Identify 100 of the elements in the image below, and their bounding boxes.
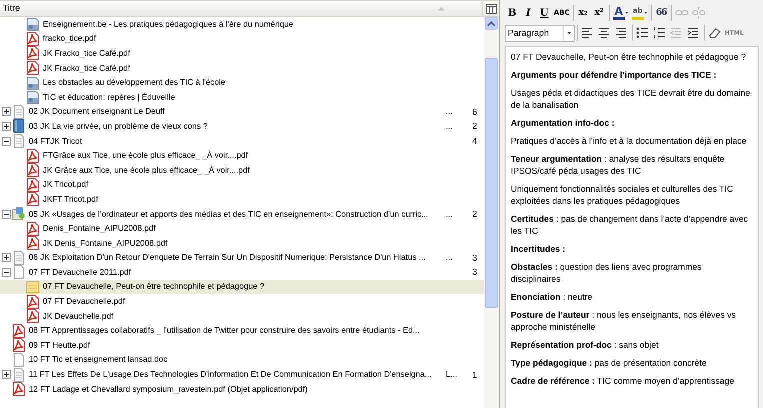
- pdf-file-icon: [26, 294, 40, 309]
- scrollbar-thumb[interactable]: [485, 58, 498, 308]
- superscript-button[interactable]: x²: [592, 4, 607, 22]
- expand-icon[interactable]: [2, 253, 10, 262]
- note-paragraph: Incertitudes :: [511, 243, 567, 255]
- child-count: 2: [472, 209, 478, 220]
- pdf-file-icon: [26, 148, 40, 163]
- expand-icon[interactable]: [2, 107, 10, 116]
- italic-button[interactable]: I: [521, 4, 536, 22]
- text-color-button[interactable]: A: [612, 4, 630, 22]
- column-value: ...: [446, 122, 454, 131]
- item-title: 06 JK Exploitation D'un Retour D'enquete De Terrain Sur Un Dispositif Numerique: Persistance D'un Hiatus ...: [29, 253, 427, 262]
- align-left-icon[interactable]: [581, 26, 595, 40]
- tree-row[interactable]: 12 FT Ladage et Chevallard symposium_ravestein.pdf (Objet application/pdf): [0, 382, 484, 396]
- item-title: Les obstacles au développement des TIC à l'école: [43, 78, 227, 88]
- tree-row[interactable]: 07 FT Devauchelle, Peut-on être technophile et pédagogue ?: [0, 280, 484, 294]
- tree-row[interactable]: 10 FT Tic et enseignement lansad.doc: [0, 352, 484, 368]
- item-title: 03 JK La vie privée, un problème de vieux cons ?: [29, 122, 209, 131]
- tree-row[interactable]: JK Fracko_tice Café.pdf: [0, 46, 484, 61]
- scrollbar[interactable]: [484, 17, 499, 408]
- align-right-icon[interactable]: [615, 26, 629, 40]
- expand-icon[interactable]: [2, 370, 10, 380]
- underline-button[interactable]: U: [537, 4, 552, 22]
- tree-row[interactable]: Les obstacles au développement des TIC à l'école: [0, 75, 484, 90]
- item-title: JK Devauchelle.pdf: [43, 312, 115, 321]
- collapse-icon[interactable]: [2, 136, 10, 146]
- numbered-list-icon[interactable]: [653, 26, 667, 40]
- document-icon: [12, 104, 26, 119]
- tree-row[interactable]: fracko_tice.pdf: [0, 32, 484, 46]
- tree-row[interactable]: Denis_Fontaine_AIPU2008.pdf: [0, 221, 484, 236]
- column-value: L...: [446, 370, 458, 380]
- tree-row[interactable]: FTGrâce aux Tice, une école plus efficace_ _À voir....pdf: [0, 148, 484, 163]
- tree-row[interactable]: 08 FT Apprentissages collaboratifs _ l'utilisation de Twitter pour construire des savoirs entre étudiants - Ed...: [0, 323, 484, 338]
- tree-row[interactable]: 06 JK Exploitation D'un Retour D'enquete De Terrain Sur Un Dispositif Numerique: Persistance D'un Hiatus ... ... 3: [0, 250, 484, 266]
- tree-row[interactable]: Enseignement.be - Les pratiques pédagogiques à l'ère du numérique: [0, 17, 484, 32]
- tree-row[interactable]: JK Fracko_tice Café.pdf: [0, 60, 484, 76]
- dropdown-caret-icon[interactable]: [644, 11, 648, 15]
- expand-icon[interactable]: [2, 122, 10, 131]
- indent-icon[interactable]: [687, 26, 701, 40]
- item-title: 10 FT Tic et enseignement lansad.doc: [29, 355, 169, 364]
- item-title: 08 FT Apprentissages collaboratifs _ l'utilisation de Twitter pour construire des savoirs entre étudiants - Ed...: [29, 326, 421, 336]
- tree-row[interactable]: TIC et éducation: repères | Éduveille: [0, 90, 484, 105]
- note-paragraph: Teneur argumentation : analyse des résultats enquête IPSOS/café péda usages des TIC: [511, 153, 726, 177]
- pdf-file-icon: [12, 324, 26, 338]
- item-title: JK Grâce aux Tice, une école plus efficace_ _À voir....pdf: [43, 166, 251, 175]
- book-icon: [12, 119, 26, 134]
- tree-row[interactable]: 03 JK La vie privée, un problème de vieux cons ? ... 2: [0, 119, 484, 134]
- tree-row[interactable]: 07 FT Devauchelle.pdf: [0, 294, 484, 309]
- child-count: 3: [472, 267, 478, 278]
- align-center-icon[interactable]: [598, 26, 612, 40]
- blockquote-button[interactable]: 66: [654, 4, 669, 22]
- note-paragraph: Enonciation : neutre: [511, 291, 594, 303]
- pdf-file-icon: [26, 309, 40, 324]
- note-paragraph: Posture de l’auteur : nous les enseignants, nos élèves vs approche ministérielle: [511, 309, 738, 333]
- item-title: JK Tricot.pdf: [43, 180, 90, 190]
- item-title: 12 FT Ladage et Chevallard symposium_ravestein.pdf (Objet application/pdf): [29, 384, 309, 394]
- dropdown-caret-icon[interactable]: [566, 31, 572, 35]
- pdf-file-icon: [26, 61, 40, 76]
- scroll-up-icon[interactable]: [485, 17, 498, 30]
- tree-row[interactable]: 02 JK Document enseignant Le Deuff ... 6: [0, 104, 484, 120]
- eraser-icon[interactable]: [708, 26, 722, 40]
- note-paragraph: Arguments pour défendre l’importance des TICE :: [511, 69, 718, 81]
- tree-row[interactable]: JKFT Tricot.pdf: [0, 192, 484, 207]
- tree-row[interactable]: JK Grâce aux Tice, une école plus efficace_ _À voir....pdf: [0, 162, 484, 178]
- pdf-file-icon: [26, 178, 40, 192]
- tree-row[interactable]: JK Devauchelle.pdf: [0, 308, 484, 324]
- child-count: 3: [472, 252, 478, 263]
- collapse-icon[interactable]: [2, 210, 10, 219]
- tree-row[interactable]: 05 JK «Usages de l’ordinateur et apports des médias et des TIC en enseignement»: Construction d’un curric... ... 2: [0, 206, 484, 222]
- dropdown-caret-icon[interactable]: [624, 11, 629, 15]
- note-paragraph: Type pédagogique : pas de présentation concrète: [511, 357, 708, 369]
- child-count: 1: [472, 370, 478, 380]
- tree-row[interactable]: 11 FT Les Effets De L'usage Des Technologies D'information Et De Communication En Formation D'enseigna... L... 1: [0, 367, 484, 382]
- item-title: JK Fracko_tice Café.pdf: [43, 48, 132, 58]
- blank-page-icon: [12, 352, 26, 367]
- item-title: 09 FT Heutte.pdf: [29, 340, 92, 350]
- tree-row[interactable]: 09 FT Heutte.pdf: [0, 338, 484, 353]
- item-title: 11 FT Les Effets De L'usage Des Technologies D'information Et De Communication En Formation D'enseigna...: [29, 370, 433, 380]
- tree-row[interactable]: JK Denis_Fontaine_AIPU2008.pdf: [0, 236, 484, 250]
- item-title: 07 FT Devauchelle 2011.pdf: [29, 268, 132, 277]
- column-value: ...: [446, 253, 454, 262]
- note-icon: [26, 280, 40, 294]
- bold-button[interactable]: B: [505, 4, 520, 22]
- tree-row[interactable]: JK Tricot.pdf: [0, 178, 484, 192]
- tree-row[interactable]: 04 FTJK Tricot 4: [0, 134, 484, 148]
- item-title: JK Denis_Fontaine_AIPU2008.pdf: [43, 238, 169, 248]
- item-title: 07 FT Devauchelle.pdf: [43, 297, 126, 306]
- editor-area[interactable]: [505, 46, 759, 408]
- pdf-file-icon: [26, 46, 40, 60]
- blank-page-icon: [12, 265, 26, 280]
- note-paragraph: Obstacles : question des liens avec programmes disciplinaires: [511, 261, 703, 285]
- format-dropdown[interactable]: Paragraph: [505, 24, 575, 42]
- bullet-list-icon[interactable]: [636, 26, 650, 40]
- item-title: fracko_tice.pdf: [43, 34, 98, 44]
- collapse-icon[interactable]: [2, 268, 10, 277]
- tree-row[interactable]: 07 FT Devauchelle 2011.pdf 3: [0, 265, 484, 280]
- subscript-button[interactable]: x₂: [576, 4, 591, 22]
- pdf-file-icon: [26, 192, 40, 206]
- item-title: JK Fracko_tice Café.pdf: [43, 64, 132, 73]
- column-picker-icon[interactable]: [486, 4, 496, 14]
